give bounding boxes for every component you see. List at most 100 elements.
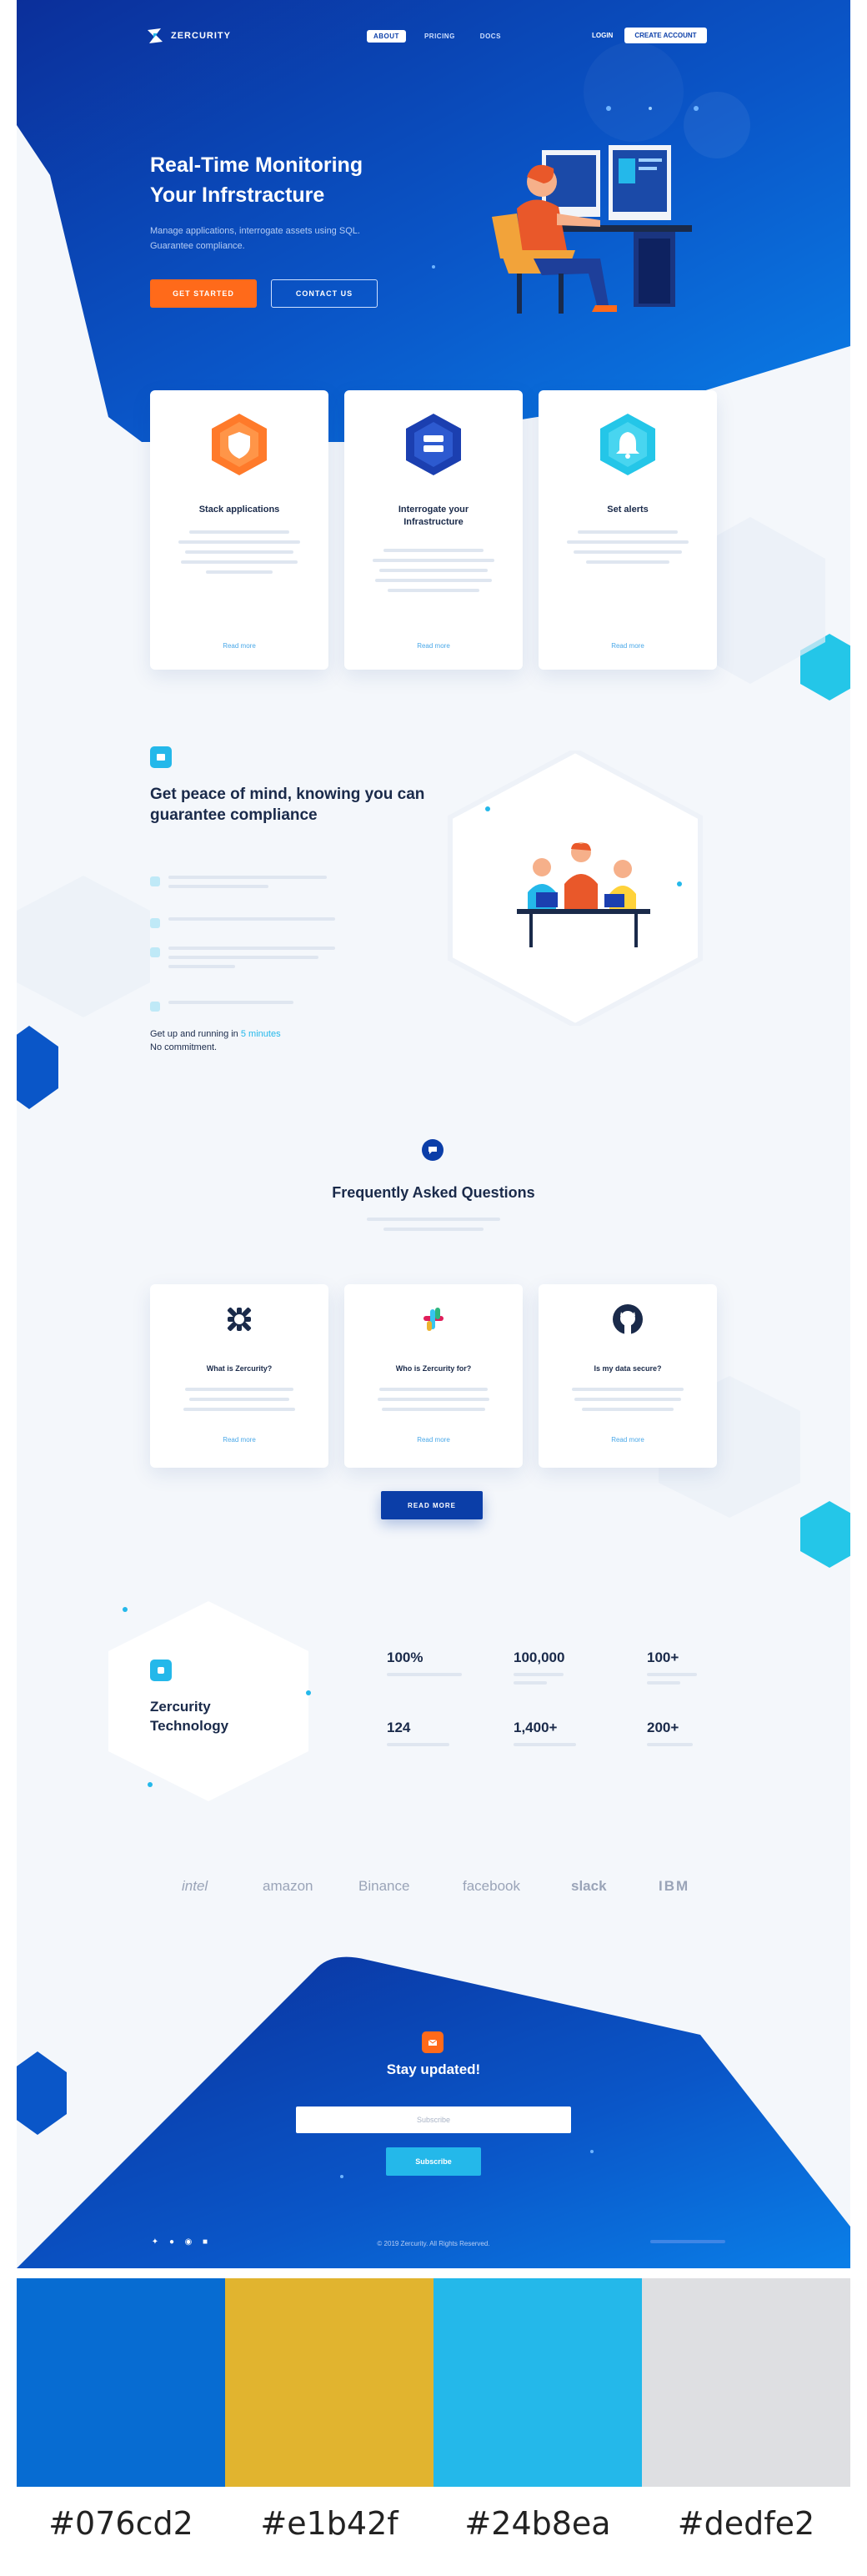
- faq-subtitle: [367, 1218, 500, 1238]
- stat-label: [514, 1681, 547, 1685]
- setup-text-suffix: No commitment.: [150, 1042, 218, 1052]
- color-label: #e1b42f: [260, 2505, 398, 2542]
- feature-read-more-link[interactable]: Read more: [344, 642, 523, 650]
- technology-title: Zercurity Technology: [150, 1697, 228, 1735]
- shield-icon: [212, 414, 267, 475]
- stat-label: [647, 1673, 697, 1676]
- hero-title-line-1: Real-Time Monitoring: [150, 153, 363, 177]
- faq-title: Frequently Asked Questions: [332, 1184, 535, 1201]
- faq-answer: [572, 1388, 684, 1418]
- login-link[interactable]: LOGIN: [592, 32, 613, 39]
- color-swatch-cyan: [434, 2278, 642, 2487]
- check-icon: [150, 876, 160, 886]
- brand-logo-facebook: facebook: [463, 1878, 520, 1894]
- newsletter-title: Stay updated!: [386, 2061, 481, 2077]
- feature-description: [567, 530, 689, 570]
- brand-logo[interactable]: ZERCURITY: [146, 27, 231, 45]
- feature-title: Interrogate your Infrastructure: [398, 505, 469, 527]
- get-started-button[interactable]: GET STARTED: [150, 279, 257, 308]
- stat-value: 100+: [647, 1650, 679, 1665]
- nav-link-docs[interactable]: DOCS: [474, 30, 508, 43]
- zercurity-logo-icon: [148, 28, 163, 43]
- hero-title: Real-Time Monitoring Your Infrstracture: [150, 150, 434, 210]
- team-illustration: [448, 751, 703, 1026]
- feature-read-more-link[interactable]: Read more: [150, 642, 328, 650]
- faq-read-more-link[interactable]: Read more: [344, 1436, 523, 1444]
- feature-title: Stack applications: [198, 505, 280, 515]
- footer-link[interactable]: [650, 2240, 725, 2243]
- hero-title-line-2: Your Infrstracture: [150, 183, 325, 207]
- faq-question: Is my data secure?: [594, 1364, 662, 1373]
- stat-label: [647, 1681, 680, 1685]
- hero-subtitle: Manage applications, interrogate assets …: [150, 226, 360, 251]
- faq-read-more-link[interactable]: Read more: [539, 1436, 717, 1444]
- nav-actions: LOGIN CREATE ACCOUNT: [592, 28, 707, 43]
- checklist-item: [150, 947, 343, 968]
- brand-name: ZERCURITY: [171, 31, 231, 41]
- setup-text-prefix: Get up and running in: [150, 1029, 238, 1039]
- stat-label: [387, 1743, 449, 1746]
- setup-time-link[interactable]: 5 minutes: [241, 1029, 281, 1039]
- feature-description: [178, 530, 300, 580]
- mail-icon: [422, 2031, 444, 2053]
- faq-card-who-for: Who is Zercurity for? Read more: [344, 1284, 523, 1468]
- stat-label: [387, 1673, 462, 1676]
- feature-card-set-alerts: Set alerts Read more: [539, 390, 717, 670]
- nav-link-about[interactable]: ABOUT: [367, 30, 406, 43]
- checklist-item: [150, 876, 343, 888]
- faq-question: What is Zercurity?: [206, 1364, 273, 1373]
- stat-label: [514, 1743, 576, 1746]
- color-label: #dedfe2: [677, 2505, 815, 2542]
- decorative-hexagon: [17, 876, 150, 1017]
- technology-title-line-1: Zercurity: [150, 1699, 211, 1715]
- stat-value: 100%: [387, 1650, 423, 1665]
- faq-card-what-is: What is Zercurity? Read more: [150, 1284, 328, 1468]
- color-label: #076cd2: [48, 2505, 193, 2542]
- faq-read-more-button[interactable]: READ MORE: [381, 1491, 483, 1519]
- developer-illustration: [492, 145, 692, 314]
- faq-icon: [422, 1139, 444, 1161]
- feature-card-interrogate: Interrogate your Infrastructure Read mor…: [344, 390, 523, 670]
- brand-logo-slack: slack: [571, 1878, 607, 1894]
- github-icon: [613, 1304, 643, 1334]
- check-icon: [150, 1002, 160, 1012]
- color-swatch-blue: [17, 2278, 225, 2487]
- faq-card-data-secure: Is my data secure? Read more: [539, 1284, 717, 1468]
- stat-value: 1,400+: [514, 1720, 558, 1735]
- stat-value: 124: [387, 1720, 411, 1735]
- contact-us-button[interactable]: CONTACT US: [271, 279, 378, 308]
- main-nav: ABOUT PRICING DOCS: [367, 30, 508, 43]
- copyright-text: © 2019 Zercurity. All Rights Reserved.: [377, 2240, 490, 2247]
- stat-value: 100,000: [514, 1650, 565, 1665]
- faq-answer: [183, 1388, 295, 1418]
- bell-icon: [600, 414, 655, 475]
- checklist-item: [150, 1001, 343, 1012]
- zercurity-icon: [227, 1307, 252, 1332]
- checklist-item: [150, 917, 343, 928]
- stat-value: 200+: [647, 1720, 679, 1735]
- brand-logo-binance: Binance: [358, 1878, 410, 1894]
- newsletter-email-input[interactable]: Subscribe: [296, 2106, 571, 2133]
- nav-link-pricing[interactable]: PRICING: [418, 30, 462, 43]
- website-screenshot: ZERCURITY ABOUT PRICING DOCS LOGIN CREAT…: [17, 0, 850, 2268]
- check-icon: [150, 918, 160, 928]
- faq-read-more-link[interactable]: Read more: [150, 1436, 328, 1444]
- technology-icon: [150, 1660, 172, 1681]
- faq-question: Who is Zercurity for?: [395, 1364, 472, 1373]
- decorative-hexagon: [17, 1026, 58, 1109]
- create-account-button[interactable]: CREATE ACCOUNT: [624, 28, 707, 43]
- decorative-hexagon: [800, 1501, 850, 1568]
- brand-logo-intel: intel: [182, 1878, 208, 1894]
- subscribe-button[interactable]: Subscribe: [386, 2147, 481, 2176]
- compliance-title: Get peace of mind, knowing you can guara…: [150, 786, 425, 824]
- compliance-icon: [150, 746, 172, 768]
- color-swatch-gray: [642, 2278, 850, 2487]
- feature-read-more-link[interactable]: Read more: [539, 642, 717, 650]
- stat-label: [514, 1673, 564, 1676]
- color-label: #24b8ea: [464, 2505, 611, 2542]
- feature-description: [373, 549, 494, 599]
- technology-title-line-2: Technology: [150, 1718, 229, 1734]
- brand-logo-ibm: IBM: [659, 1878, 690, 1894]
- slack-icon: [423, 1308, 444, 1331]
- stat-label: [647, 1743, 693, 1746]
